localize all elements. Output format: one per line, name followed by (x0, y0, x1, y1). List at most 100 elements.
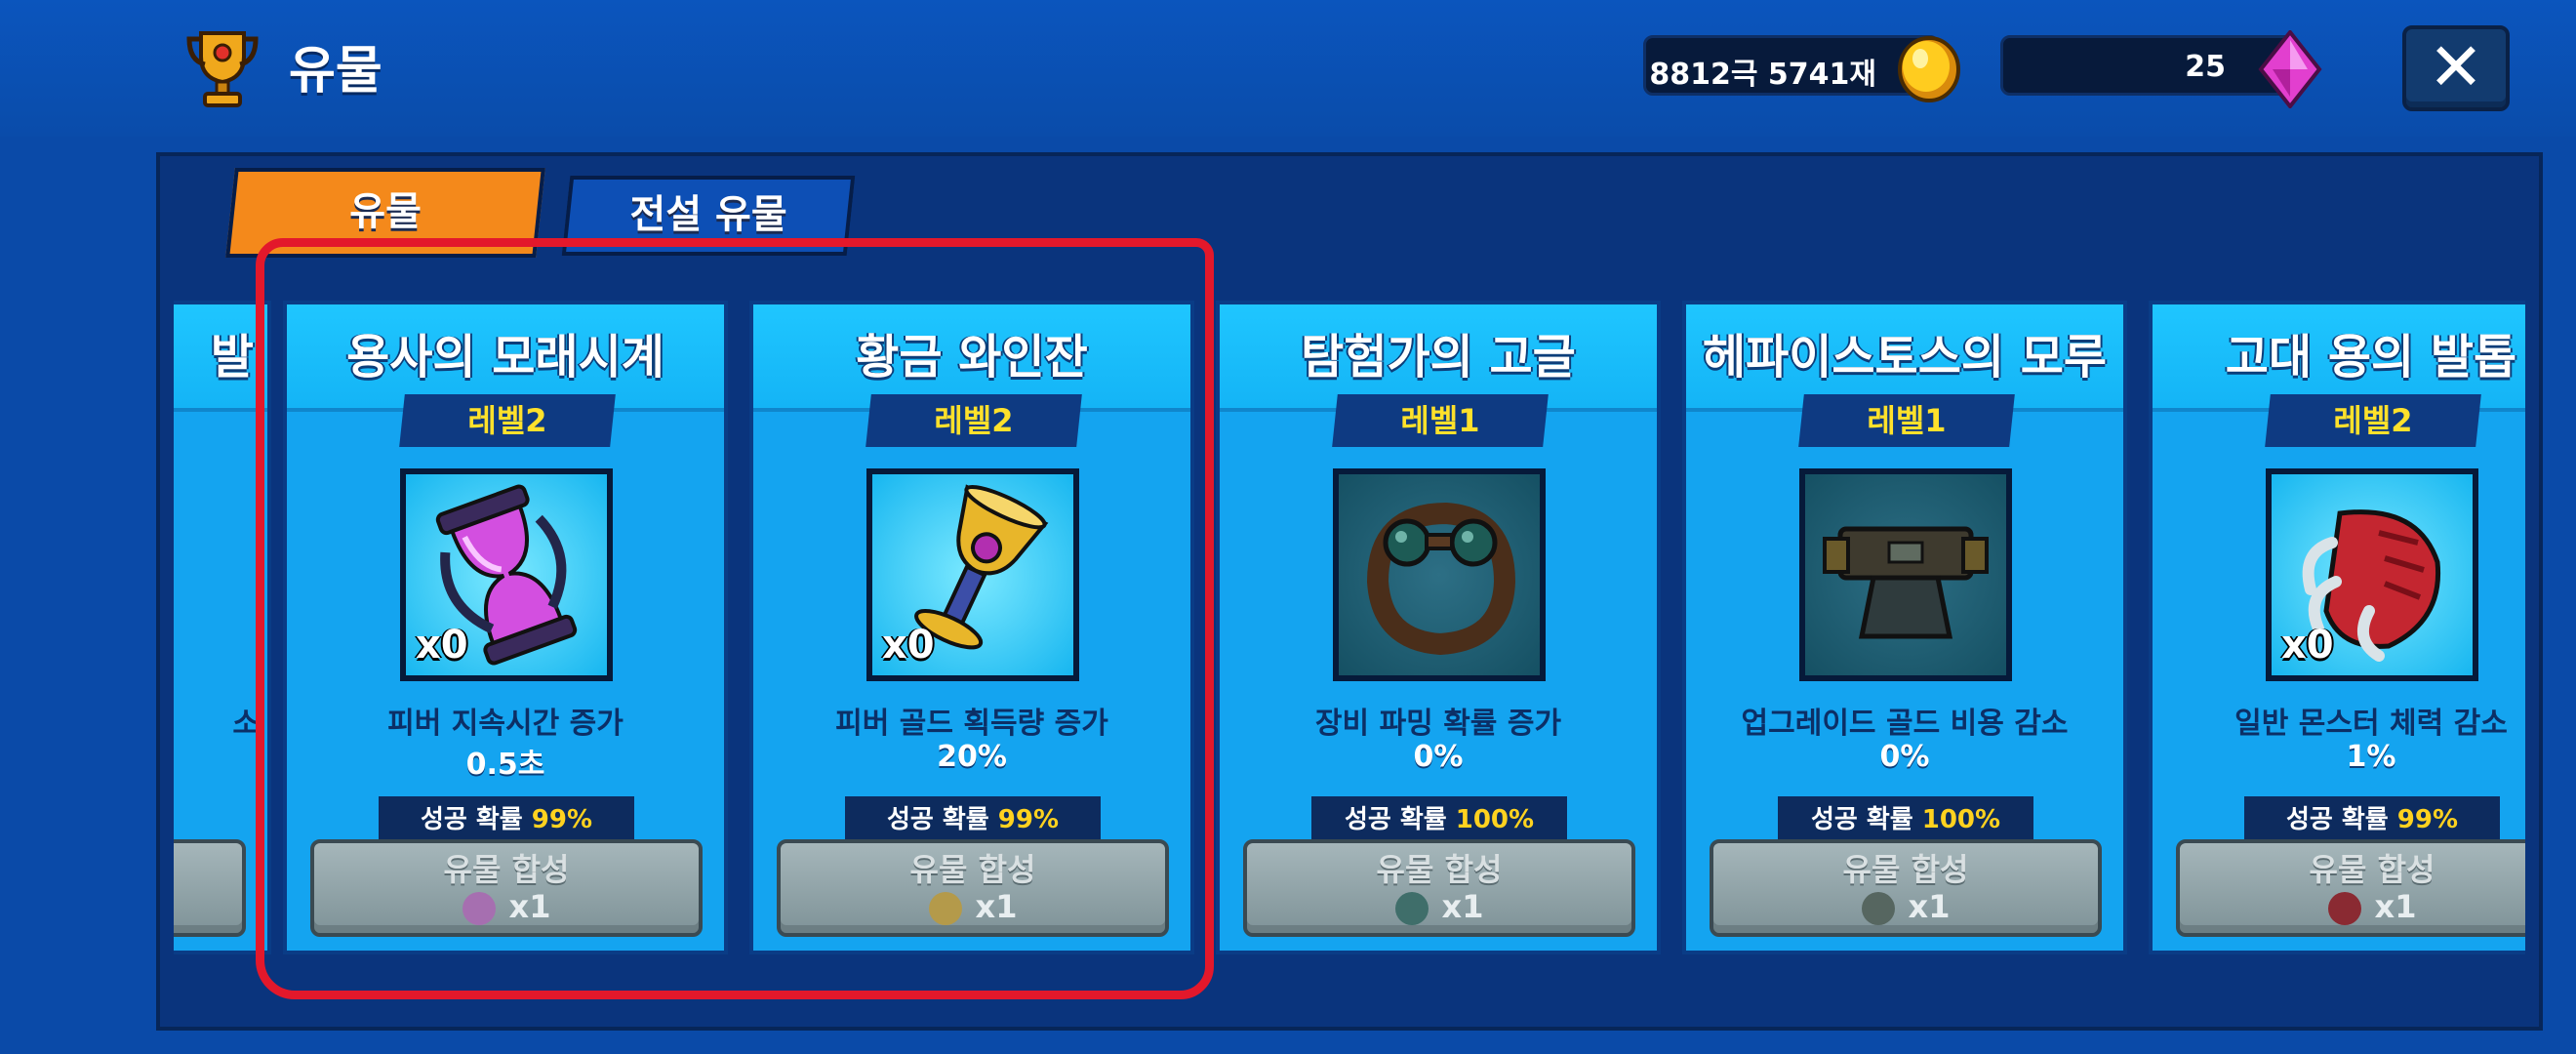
combine-label: 유물 합성 (2309, 851, 2435, 888)
chance-label: 성공 확률 (2285, 805, 2389, 834)
relic-icon-frame: x0 (2266, 468, 2478, 681)
success-chance: 성공 확률 99% (2244, 796, 2500, 845)
combine-label: 유물 합성 (443, 851, 570, 888)
relic-card-list[interactable]: 발 소 용사의 모래시계 레벨2 x0 피버 지속시간 증가 0.5초 성공 확… (174, 301, 2525, 964)
relic-card[interactable]: 헤파이스토스의 모루 레벨1 업그레이드 골드 비용 감소 0% 성공 확률 1… (1682, 301, 2127, 954)
close-icon: ✕ (2428, 29, 2484, 106)
cost-value: x1 (508, 888, 551, 925)
card-effect-value: 0.5초 (465, 748, 545, 782)
trophy-icon (186, 31, 259, 107)
card-title: 고대 용의 발톱 (2225, 330, 2517, 385)
gold-coin-icon (1898, 36, 1960, 102)
golden-goblet-icon (928, 892, 962, 925)
cost-value: x1 (2374, 888, 2417, 925)
card-title: 헤파이스토스의 모루 (1702, 330, 2108, 385)
combine-cost: x1 (2180, 888, 2525, 925)
combine-button[interactable]: 유물 합성 x1 (310, 839, 703, 937)
card-description: 피버 골드 획득량 증가 (835, 707, 1108, 741)
goggles-icon (1394, 892, 1429, 925)
close-button[interactable]: ✕ (2402, 25, 2510, 111)
combine-cost: x1 (1713, 888, 2098, 925)
card-title: 발 (210, 330, 254, 385)
card-effect-value: 0% (1879, 740, 1930, 774)
cost-value: x1 (1908, 888, 1951, 925)
card-effect-value: 20% (937, 740, 1007, 774)
success-chance: 성공 확률 99% (379, 796, 634, 845)
chance-value: 99% (531, 805, 593, 834)
chance-label: 성공 확률 (1344, 805, 1447, 834)
chance-value: 100% (1921, 805, 2001, 834)
card-effect-value: 0% (1413, 740, 1464, 774)
combine-button[interactable]: 유물 합성 x1 (777, 839, 1169, 937)
chance-value: 99% (997, 805, 1060, 834)
combine-cost: x1 (781, 888, 1165, 925)
card-title: 탐험가의 고글 (1301, 330, 1576, 385)
chance-value: 100% (1455, 805, 1535, 834)
combine-label: 유물 합성 (909, 851, 1036, 888)
level-label: 레벨2 (467, 402, 547, 439)
card-description: 소 (232, 707, 260, 741)
combine-button[interactable] (174, 839, 246, 937)
relic-icon-frame: x0 (866, 468, 1079, 681)
cost-value: x1 (975, 888, 1018, 925)
relic-icon-frame (1333, 468, 1546, 681)
goggles-icon (1366, 502, 1516, 656)
success-chance: 성공 확률 100% (1311, 796, 1567, 845)
relic-icon-frame (1799, 468, 2012, 681)
gold-amount: 8812극 5741재 (1649, 58, 1876, 92)
gold-counter: 8812극 5741재 (1643, 35, 1960, 102)
hourglass-icon (462, 892, 496, 925)
anvil-icon (1861, 892, 1895, 925)
relic-quantity: x0 (416, 623, 468, 668)
dragon-claw-icon (2327, 892, 2361, 925)
page-title: 유물 (289, 42, 382, 101)
level-badge: 레벨1 (1332, 394, 1549, 447)
card-description: 피버 지속시간 증가 (387, 707, 624, 741)
level-label: 레벨2 (934, 402, 1014, 439)
tab-legendary-relic[interactable]: 전설 유물 (561, 176, 856, 256)
success-chance: 성공 확률 100% (1778, 796, 2033, 845)
pink-gem-icon (2258, 30, 2322, 108)
tab-label: 전설 유물 (629, 192, 787, 237)
relic-card-partial[interactable]: 발 소 (174, 301, 271, 954)
card-description: 일반 몬스터 체력 감소 (2234, 707, 2508, 741)
level-label: 레벨1 (1400, 402, 1480, 439)
level-badge: 레벨2 (399, 394, 616, 447)
cost-value: x1 (1441, 888, 1484, 925)
level-badge: 레벨2 (2265, 394, 2481, 447)
card-header: 발 (174, 304, 267, 412)
relic-card[interactable]: 황금 와인잔 레벨2 x0 피버 골드 획득량 증가 20% 성공 확률 99%… (749, 301, 1194, 954)
chance-label: 성공 확률 (1810, 805, 1913, 834)
chance-label: 성공 확률 (886, 805, 989, 834)
combine-label: 유물 합성 (1376, 851, 1503, 888)
combine-button[interactable]: 유물 합성 x1 (1243, 839, 1635, 937)
gem-amount: 25 (2185, 50, 2226, 84)
card-title: 황금 와인잔 (856, 330, 1088, 385)
combine-label: 유물 합성 (1842, 851, 1969, 888)
combine-cost: x1 (314, 888, 699, 925)
success-chance: 성공 확률 99% (845, 796, 1101, 845)
gem-counter: 25 (2000, 30, 2322, 108)
level-label: 레벨2 (2333, 402, 2413, 439)
tab-relic[interactable]: 유물 (225, 168, 545, 258)
level-badge: 레벨2 (865, 394, 1082, 447)
relic-quantity: x0 (882, 623, 935, 668)
relic-quantity: x0 (2281, 623, 2334, 668)
tab-label: 유물 (349, 189, 422, 234)
combine-button[interactable]: 유물 합성 x1 (2176, 839, 2525, 937)
card-description: 장비 파밍 확률 증가 (1314, 707, 1562, 741)
relic-card[interactable]: 고대 용의 발톱 레벨2 x0 일반 몬스터 체력 감소 1% 성공 확률 99… (2149, 301, 2525, 954)
card-effect-value: 1% (2346, 740, 2396, 774)
relic-card[interactable]: 탐험가의 고글 레벨1 장비 파밍 확률 증가 0% 성공 확률 100% 유물… (1216, 301, 1661, 954)
card-description: 업그레이드 골드 비용 감소 (1741, 707, 2069, 741)
chance-value: 99% (2396, 805, 2459, 834)
level-badge: 레벨1 (1798, 394, 2015, 447)
level-label: 레벨1 (1867, 402, 1947, 439)
anvil-icon (1823, 526, 1989, 639)
card-title: 용사의 모래시계 (346, 330, 664, 385)
relic-card[interactable]: 용사의 모래시계 레벨2 x0 피버 지속시간 증가 0.5초 성공 확률 99… (283, 301, 728, 954)
combine-cost: x1 (1247, 888, 1631, 925)
relic-icon-frame: x0 (400, 468, 613, 681)
combine-button[interactable]: 유물 합성 x1 (1710, 839, 2102, 937)
chance-label: 성공 확률 (420, 805, 523, 834)
